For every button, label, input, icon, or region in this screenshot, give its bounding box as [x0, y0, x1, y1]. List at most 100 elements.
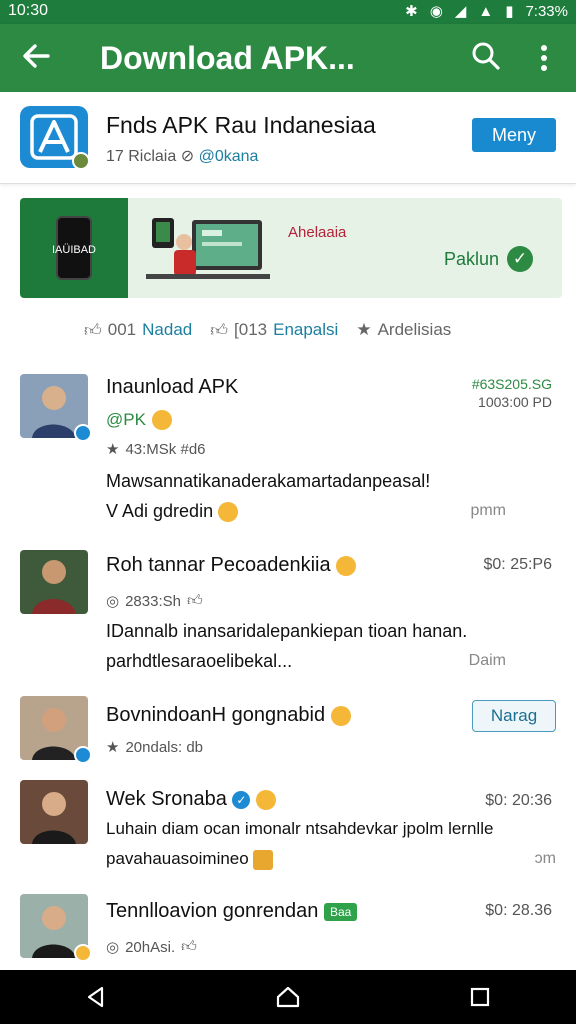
post-title: Wek Sronaba ✓: [106, 788, 276, 811]
post-time: 1003:00 PD: [478, 394, 552, 410]
post-body-line: Mawsannatikanaderakamartadanpeasal!: [106, 471, 431, 491]
post-body-line: V Adi gdredin: [106, 496, 526, 526]
bluetooth-icon: ✱: [405, 3, 418, 20]
avatar: [20, 696, 92, 764]
thumbs-up-icon: 👍︎: [84, 320, 102, 340]
banner-illustration: [146, 218, 270, 279]
back-arrow-icon[interactable]: [18, 38, 58, 78]
verified-badge-icon: [72, 152, 90, 170]
post-meta-text: 20ndals: db: [125, 738, 204, 756]
post-meta: ◎ 20hAsi. 👍︎: [106, 938, 197, 956]
post-meta-text: 2833:Sh: [125, 592, 181, 610]
post-time: $0: 20:36: [485, 792, 552, 809]
verified-badge-icon: [74, 746, 92, 764]
recents-nav-icon[interactable]: [460, 977, 500, 1017]
star-icon: ★: [106, 739, 120, 756]
post-footer: ɔm: [534, 850, 556, 867]
status-time: 10:30: [8, 2, 49, 19]
back-nav-icon[interactable]: [76, 977, 116, 1017]
more-vert-icon[interactable]: [530, 40, 558, 76]
post-title: BovnindoanH gongnabid: [106, 704, 351, 727]
wifi-icon: ◢: [454, 3, 467, 20]
banner-cta[interactable]: Paklun ✓: [444, 246, 534, 272]
post-body-text: V Adi gdredin: [106, 501, 214, 521]
thumbs-up-icon: 👍︎: [186, 592, 203, 609]
stats-row: 👍︎ 001 Nadad 👍︎ [013 Enapalsi ★ Ardelisi…: [84, 316, 451, 344]
page-title: Download APK...: [100, 40, 355, 76]
post-body-line: pavahauasoimineo: [106, 844, 526, 874]
phone-label: IAÜIBAD: [51, 244, 96, 256]
emoji-icon: [255, 789, 276, 810]
menu-button[interactable]: Meny: [472, 118, 556, 152]
verified-badge-icon: ✓: [232, 790, 251, 809]
avatar: [20, 550, 88, 614]
app-name: Fnds APK Rau Indanesiaa: [106, 112, 376, 138]
emoji-icon: [336, 555, 357, 576]
post-price: #63S205.SG: [471, 376, 552, 392]
post-title-text: Roh tannar Pecoadenkiia: [106, 554, 331, 576]
post-body: IDannalb inansaridalepankiepan tioan han…: [106, 616, 526, 676]
app-header: Fnds APK Rau Indanesiaa 17 Riclaia ⊘ @0k…: [0, 92, 576, 184]
verified-badge-icon: [74, 424, 92, 442]
promo-banner[interactable]: IAÜIBAD Ahelaaia Paklun ✓: [20, 198, 562, 298]
post-body-line: parhdtlesaraoelibekal...: [106, 651, 293, 671]
post-tag-label: @PK: [106, 410, 146, 429]
post-body: Luhain diam ocan imonalr ntsahdevkar jpo…: [106, 814, 526, 874]
list-item[interactable]: Tennlloavion gonrendan Baa $0: 28.36 ◎ 2…: [0, 884, 576, 970]
banner-headline: Ahelaaia: [288, 224, 347, 241]
stat-shares[interactable]: 👍︎ [013 Enapalsi: [210, 320, 338, 341]
status-icons: ✱ ◉ ◢ ▲ ▮ 7:33%: [405, 2, 568, 21]
action-button[interactable]: Narag: [472, 700, 556, 732]
emoji-icon: [330, 705, 351, 726]
banner-cta-label: Paklun: [444, 248, 500, 269]
post-title: Roh tannar Pecoadenkiia: [106, 554, 357, 577]
app-tag[interactable]: @0kana: [199, 148, 259, 165]
clock-icon: ◎: [106, 593, 120, 610]
stat-likes[interactable]: 👍︎ 001 Nadad: [84, 320, 192, 341]
stat-label: Enapalsi: [273, 320, 339, 339]
avatar: [20, 894, 92, 962]
thumbs-up-icon: 👍︎: [181, 938, 197, 955]
emoji-icon: [74, 944, 92, 962]
app-review-count: 17 Riclaia: [106, 148, 177, 165]
stat-count: [013: [234, 320, 268, 339]
post-body-line: Luhain diam ocan imonalr ntsahdevkar jpo…: [106, 819, 494, 838]
post-body-line: IDannalb inansaridalepankiepan tioan han…: [106, 621, 468, 641]
status-right-time: 7:33%: [525, 2, 568, 20]
system-nav-bar: [0, 970, 576, 1024]
stat-rating[interactable]: ★ Ardelisias: [356, 320, 451, 340]
post-title-text: Wek Sronaba: [106, 788, 227, 810]
avatar: [20, 374, 92, 442]
battery-icon: ▮: [505, 3, 514, 20]
check-circle-icon: ✓: [507, 246, 534, 272]
thumbs-up-icon: 👍︎: [210, 320, 229, 340]
list-item[interactable]: BovnindoanH gongnabid Narag ★ 20ndals: d…: [0, 688, 576, 772]
clock-icon: ◎: [106, 939, 120, 956]
post-footer: pmm: [470, 502, 506, 519]
status-bar: 10:30 ✱ ◉ ◢ ▲ ▮ 7:33%: [0, 0, 576, 24]
list-item[interactable]: Wek Sronaba ✓ $0: 20:36 Luhain diam ocan…: [0, 772, 576, 884]
post-meta: ★ 43:MSk #d6: [106, 440, 206, 459]
search-icon[interactable]: [470, 40, 506, 76]
post-title: Tennlloavion gonrendan Baa: [106, 900, 358, 923]
app-subtitle: 17 Riclaia ⊘ @0kana: [106, 146, 258, 166]
post-meta-text: 43:MSk #d6: [125, 440, 206, 458]
emoji-icon: [253, 849, 274, 870]
emoji-icon: [218, 502, 239, 523]
emoji-icon: [151, 410, 172, 430]
post-time: $0: 28.36: [485, 902, 552, 919]
home-nav-icon[interactable]: [268, 977, 308, 1017]
post-body-text: pavahauasoimineo: [106, 849, 249, 868]
list-item[interactable]: Inaunload APK #63S205.SG 1003:00 PD @PK …: [0, 362, 576, 540]
list-item[interactable]: Roh tannar Pecoadenkiia $0: 25:P6 ◎ 2833…: [0, 540, 576, 688]
post-tag: @PK: [106, 410, 172, 430]
post-meta: ◎ 2833:Sh 👍︎: [106, 592, 203, 610]
post-chip: Baa: [323, 902, 358, 921]
post-time: $0: 25:P6: [483, 556, 553, 573]
post-body: Mawsannatikanaderakamartadanpeasal! V Ad…: [106, 466, 526, 526]
app-logo: [20, 106, 90, 170]
post-meta: ★ 20ndals: db: [106, 738, 204, 757]
avatar: [20, 780, 88, 844]
stat-label: Ardelisias: [377, 320, 452, 339]
signal-icon: ▲: [478, 2, 494, 20]
